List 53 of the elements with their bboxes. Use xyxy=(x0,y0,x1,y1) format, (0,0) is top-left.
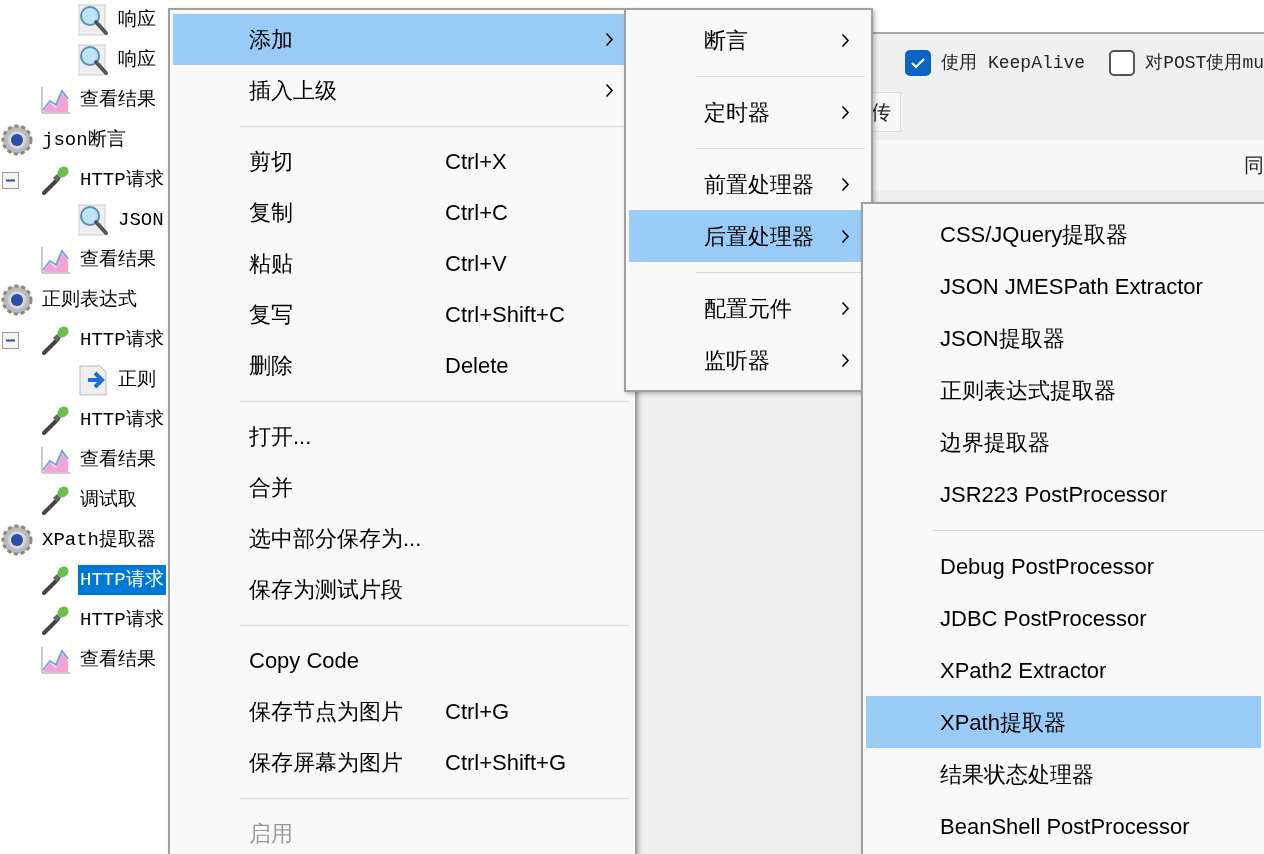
tree-item[interactable]: HTTP请求 xyxy=(78,324,166,356)
tree-item[interactable]: HTTP请求 xyxy=(78,604,166,636)
menu-item[interactable]: JDBC PostProcessor xyxy=(866,592,1261,644)
menu-item[interactable]: 断言 xyxy=(629,14,868,66)
checkbox[interactable] xyxy=(1109,50,1136,76)
magnifier-icon xyxy=(76,203,110,237)
menu-item[interactable]: 合并 xyxy=(173,462,632,513)
menu-item[interactable]: 前置处理器 xyxy=(629,158,868,210)
magnifier-icon xyxy=(76,3,110,37)
tree-item[interactable]: 响应 xyxy=(116,4,158,36)
collapse-icon[interactable] xyxy=(2,331,19,349)
tree-item[interactable]: HTTP请求 xyxy=(78,564,166,596)
tree-item[interactable]: 调试取 xyxy=(78,484,139,516)
menu-item[interactable]: CSS/JQuery提取器 xyxy=(866,208,1261,260)
magnifier-icon xyxy=(76,43,110,77)
menu-item[interactable]: JSR223 PostProcessor xyxy=(866,468,1261,520)
menu-item[interactable]: Copy Code xyxy=(173,635,632,686)
gear-icon xyxy=(0,523,34,557)
tree-item[interactable]: JSON xyxy=(116,204,166,236)
gear-icon xyxy=(0,123,34,157)
tree-item[interactable]: HTTP请求 xyxy=(78,404,166,436)
tree-item[interactable]: 查看结果 xyxy=(78,644,158,676)
menu-item[interactable]: Debug PostProcessor xyxy=(866,540,1261,592)
menu-item[interactable]: JSON提取器 xyxy=(866,312,1261,364)
tree-item[interactable]: HTTP请求 xyxy=(78,164,166,196)
tree-item[interactable]: XPath提取器 xyxy=(40,524,158,556)
checkbox-label: 使用 KeepAlive xyxy=(941,51,1086,75)
menu-item[interactable]: 保存为测试片段 xyxy=(173,564,632,615)
menu-item[interactable]: 选中部分保存为... xyxy=(173,513,632,564)
menu-item[interactable]: BeanShell PostProcessor xyxy=(866,800,1261,852)
menu-item[interactable]: XPath提取器 xyxy=(866,696,1261,748)
menu-item[interactable]: XPath2 Extractor xyxy=(866,644,1261,696)
menu-item[interactable]: 正则表达式提取器 xyxy=(866,364,1261,416)
checkbox-label: 对POST使用mu xyxy=(1145,51,1264,75)
arrow-document-icon xyxy=(76,363,110,397)
menu-item[interactable]: 保存屏幕为图片 Ctrl+Shift+G xyxy=(173,737,632,788)
menu-item[interactable]: 结果状态处理器 xyxy=(866,748,1261,800)
tree-item[interactable]: 查看结果 xyxy=(78,444,158,476)
menu-item[interactable]: JSON JMESPath Extractor xyxy=(866,260,1261,312)
collapse-icon[interactable] xyxy=(2,171,19,189)
menu-item[interactable]: 边界提取器 xyxy=(866,416,1261,468)
gear-icon xyxy=(0,283,34,317)
column-header: 同 xyxy=(1244,153,1264,178)
tree-item[interactable]: 正则表达式 xyxy=(40,284,139,316)
checkbox[interactable] xyxy=(905,50,932,76)
menu-item[interactable]: 打开... xyxy=(173,411,632,462)
tree-item[interactable]: json断言 xyxy=(40,124,128,156)
tree-item[interactable]: 正则 xyxy=(116,364,158,396)
tree-item[interactable]: 查看结果 xyxy=(78,244,158,276)
check-icon xyxy=(911,57,926,69)
tree-item[interactable]: 查看结果 xyxy=(78,84,158,116)
menu-item[interactable]: 保存节点为图片 Ctrl+G xyxy=(173,686,632,737)
tree-item[interactable]: 响应 xyxy=(116,44,158,76)
